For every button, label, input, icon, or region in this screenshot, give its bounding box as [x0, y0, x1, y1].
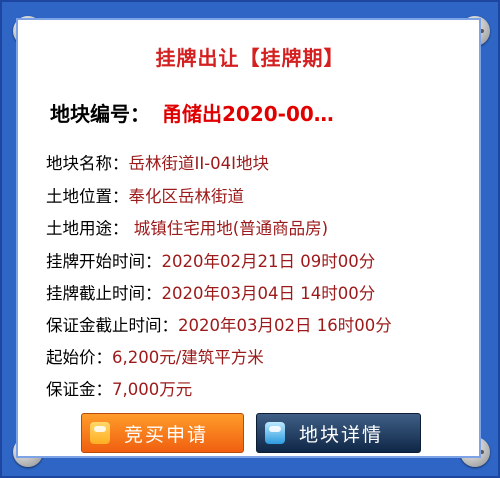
apply-icon	[90, 422, 110, 444]
field-value: 城镇住宅用地(普通商品房)	[128, 219, 329, 238]
field-land-use: 土地用途： 城镇住宅用地(普通商品房)	[46, 215, 328, 239]
apply-bid-label: 竞买申请	[124, 423, 209, 446]
listing-title: 挂牌出让【挂牌期】	[155, 46, 345, 70]
field-label: 地块名称：	[46, 154, 129, 173]
parcel-code-value[interactable]: 甬储出2020-00…	[162, 102, 334, 126]
field-label: 土地位置：	[46, 187, 129, 206]
field-label: 土地用途：	[46, 219, 129, 238]
field-location: 土地位置：奉化区岳林街道	[46, 183, 244, 207]
field-listing-end: 挂牌截止时间：2020年03月04日 14时00分	[46, 280, 375, 304]
field-value: 奉化区岳林街道	[128, 187, 245, 206]
apply-bid-button[interactable]: 竞买申请	[81, 413, 244, 453]
field-value: 2020年03月04日 14时00分	[161, 284, 376, 303]
field-label: 保证金截止时间：	[46, 316, 178, 335]
field-start-price: 起始价：6,200元/建筑平方米	[46, 344, 264, 368]
field-value: 6,200元/建筑平方米	[112, 348, 264, 367]
field-value: 2020年02月21日 09时00分	[161, 252, 376, 271]
field-parcel-name: 地块名称：岳林街道II-04I地块	[46, 150, 269, 174]
field-deposit-deadline: 保证金截止时间：2020年03月02日 16时00分	[46, 312, 392, 336]
detail-icon	[265, 422, 285, 444]
parcel-detail-label: 地块详情	[299, 423, 384, 446]
parcel-detail-button[interactable]: 地块详情	[256, 413, 421, 453]
parcel-code-row: 地块编号： 甬储出2020-00…	[50, 98, 334, 127]
field-value: 岳林街道II-04I地块	[128, 154, 270, 173]
field-label: 保证金：	[46, 380, 112, 399]
field-listing-start: 挂牌开始时间：2020年02月21日 09时00分	[46, 248, 375, 272]
field-deposit: 保证金：7,000万元	[46, 376, 192, 400]
field-value: 7,000万元	[112, 380, 193, 399]
field-label: 起始价：	[46, 348, 112, 367]
field-label: 挂牌截止时间：	[46, 284, 162, 303]
parcel-code-label: 地块编号：	[50, 102, 150, 126]
field-label: 挂牌开始时间：	[46, 252, 162, 271]
field-value: 2020年03月02日 16时00分	[178, 316, 392, 335]
